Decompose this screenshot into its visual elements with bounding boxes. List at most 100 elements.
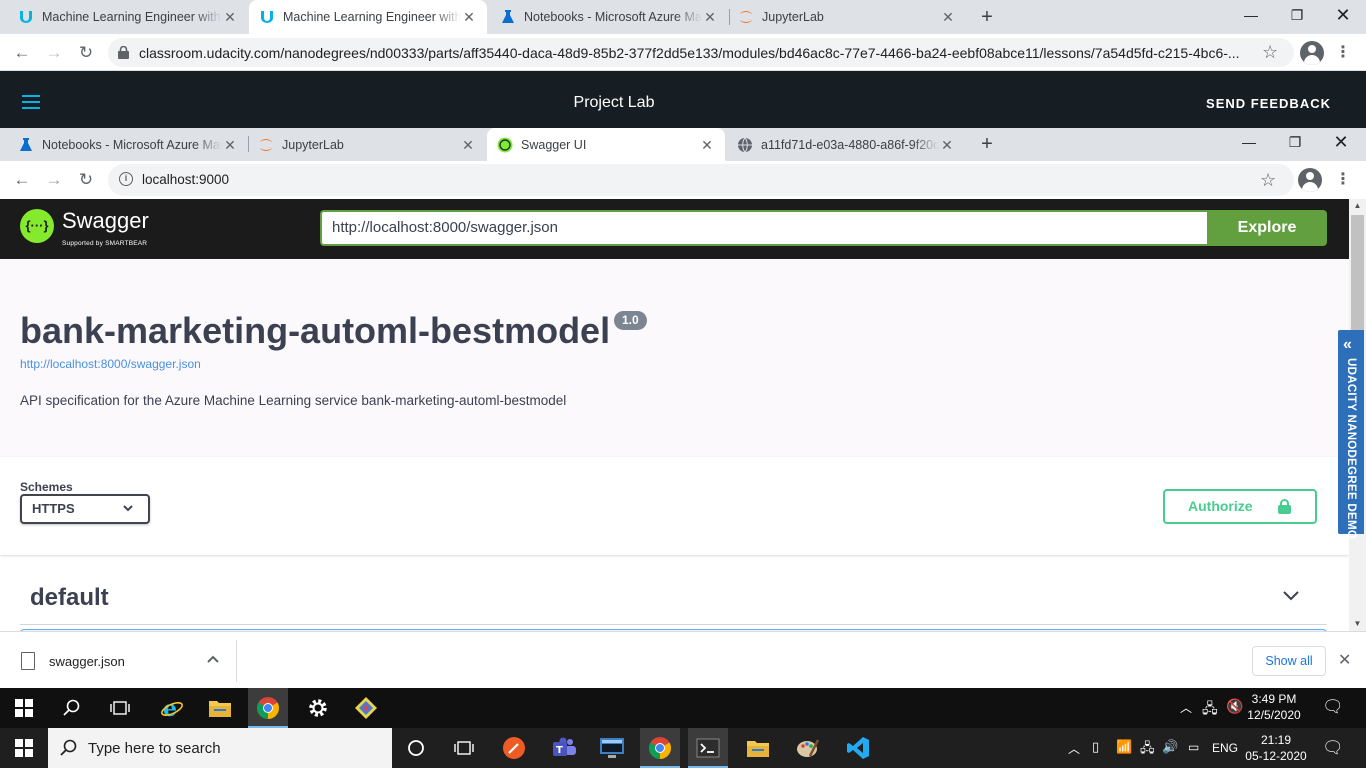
inner-time: 3:49 PM xyxy=(1251,692,1297,706)
new-tab-button[interactable]: + xyxy=(975,132,999,156)
scroll-up-icon[interactable]: ▲ xyxy=(1349,199,1366,213)
windows-start-icon[interactable] xyxy=(4,688,44,728)
inner-taskbar: e ︿ 🖧 🔇 3:49 PM 12/5/2020 🗨 xyxy=(0,688,1366,728)
close-icon[interactable]: ✕ xyxy=(940,9,956,25)
notifications-icon[interactable]: 🗨 xyxy=(1322,738,1344,758)
schemes-select-value: HTTPS xyxy=(32,501,75,516)
bookmark-star-icon[interactable]: ☆ xyxy=(1260,170,1276,191)
info-icon[interactable]: i xyxy=(119,172,133,186)
close-icon[interactable]: ✕ xyxy=(1338,650,1351,670)
restore-icon[interactable]: ❐ xyxy=(1272,128,1318,158)
udacity-demo-tab[interactable]: « UDACITY NANODEGREE DEMO xyxy=(1338,330,1364,539)
azure-ml-icon xyxy=(502,10,514,23)
tag-section-title[interactable]: default xyxy=(30,584,109,612)
inner-url-text: localhost:9000 xyxy=(142,172,230,187)
inner-tab-2[interactable]: JupyterLab ✕ xyxy=(248,128,486,161)
battery-icon[interactable]: ▭ xyxy=(1188,740,1199,754)
outer-tab-1-title: Machine Learning Engineer with Microsoft… xyxy=(42,10,222,24)
paint-icon[interactable] xyxy=(788,728,828,768)
minimize-icon[interactable]: — xyxy=(1226,128,1272,158)
tray-chevron-up-icon[interactable]: ︿ xyxy=(1068,740,1080,757)
close-icon[interactable]: ✕ xyxy=(222,9,238,25)
outer-address-bar[interactable]: classroom.udacity.com/nanodegrees/nd0033… xyxy=(108,38,1294,67)
api-description: API specification for the Azure Machine … xyxy=(20,393,567,408)
explore-button[interactable]: Explore xyxy=(1207,210,1327,246)
chevron-down-icon[interactable] xyxy=(1282,586,1300,604)
outer-tab-2[interactable]: Machine Learning Engineer with Microsoft… xyxy=(249,0,487,34)
network-icon[interactable]: 🖧 xyxy=(1202,698,1218,722)
cortana-icon[interactable] xyxy=(396,728,436,768)
menu-kebab-icon[interactable]: ⋮ xyxy=(1335,170,1351,190)
inner-tab-4[interactable]: a11fd71d-e03a-4880-a86f-9f20df ✕ xyxy=(727,128,965,161)
window-close-icon[interactable]: ✕ xyxy=(1318,128,1364,158)
close-icon[interactable]: ✕ xyxy=(460,137,476,153)
profile-avatar-icon[interactable] xyxy=(1300,41,1324,65)
volume-icon[interactable]: 🔊 xyxy=(1162,739,1178,755)
file-explorer-icon[interactable] xyxy=(200,688,240,728)
outer-tab-4[interactable]: JupyterLab ✕ xyxy=(728,0,966,34)
chevron-up-icon[interactable] xyxy=(205,652,221,668)
wifi-icon[interactable]: 📶 xyxy=(1116,739,1132,755)
spec-link[interactable]: http://localhost:8000/swagger.json xyxy=(20,357,201,371)
settings-gear-icon[interactable] xyxy=(298,688,338,728)
send-feedback-link[interactable]: SEND FEEDBACK xyxy=(1206,96,1331,111)
back-arrow-icon[interactable]: ← xyxy=(8,39,36,67)
show-all-button[interactable]: Show all xyxy=(1252,646,1326,676)
window-close-icon[interactable]: ✕ xyxy=(1320,0,1366,32)
inner-toolbar: ← → ↻ i localhost:9000 ☆ ⋮ xyxy=(0,161,1366,199)
menu-kebab-icon[interactable]: ⋮ xyxy=(1335,43,1351,63)
battery-saver-icon[interactable]: ▯ xyxy=(1092,739,1099,755)
outer-time: 21:19 xyxy=(1260,733,1292,747)
minimize-icon[interactable]: — xyxy=(1228,0,1274,32)
taskbar-search-input[interactable]: Type here to search xyxy=(48,728,392,768)
search-icon[interactable] xyxy=(52,688,92,728)
forward-arrow-icon[interactable]: → xyxy=(40,39,68,67)
outer-tab-1[interactable]: Machine Learning Engineer with Microsoft… xyxy=(8,0,248,34)
close-icon[interactable]: ✕ xyxy=(461,9,477,25)
inner-tab-strip: Notebooks - Microsoft Azure Machine Lear… xyxy=(0,128,1366,161)
download-filename[interactable]: swagger.json xyxy=(49,654,125,669)
reload-icon[interactable]: ↻ xyxy=(72,166,100,194)
spec-url-input[interactable]: http://localhost:8000/swagger.json xyxy=(320,210,1208,246)
inner-clock[interactable]: 3:49 PM 12/5/2020 xyxy=(1244,691,1304,723)
scrollbar-thumb[interactable] xyxy=(1351,215,1364,335)
volume-muted-icon[interactable]: 🔇 xyxy=(1226,698,1243,715)
inner-tab-1[interactable]: Notebooks - Microsoft Azure Machine Lear… xyxy=(8,128,248,161)
file-explorer-icon[interactable] xyxy=(738,728,778,768)
close-icon[interactable]: ✕ xyxy=(699,137,715,153)
chrome-icon[interactable] xyxy=(248,688,288,728)
vscode-icon[interactable] xyxy=(838,728,878,768)
network-icon[interactable]: 🖧 xyxy=(1140,739,1155,761)
windows-start-icon[interactable] xyxy=(4,728,44,768)
teams-icon[interactable]: T xyxy=(544,728,584,768)
profile-avatar-icon[interactable] xyxy=(1298,168,1322,192)
back-arrow-icon[interactable]: ← xyxy=(8,166,36,194)
bookmark-star-icon[interactable]: ☆ xyxy=(1262,42,1278,63)
task-view-icon[interactable] xyxy=(100,688,140,728)
outer-tab-3[interactable]: Notebooks - Microsoft Azure Machine Lear… xyxy=(490,0,728,34)
tray-chevron-up-icon[interactable]: ︿ xyxy=(1180,699,1192,716)
swagger-logo-icon[interactable]: {···} xyxy=(20,209,54,243)
internet-explorer-icon[interactable]: e xyxy=(152,688,192,728)
close-icon[interactable]: ✕ xyxy=(939,137,955,153)
scroll-down-icon[interactable]: ▼ xyxy=(1349,617,1366,631)
close-icon[interactable]: ✕ xyxy=(702,9,718,25)
task-view-icon[interactable] xyxy=(444,728,484,768)
inner-address-bar[interactable] xyxy=(108,164,1294,196)
language-indicator[interactable]: ENG xyxy=(1212,741,1238,755)
outer-clock[interactable]: 21:19 05-12-2020 xyxy=(1244,732,1308,764)
new-tab-button[interactable]: + xyxy=(975,5,999,29)
reload-icon[interactable]: ↻ xyxy=(72,39,100,67)
notifications-icon[interactable]: 🗨 xyxy=(1322,697,1344,717)
schemes-select[interactable]: HTTPS xyxy=(20,494,150,524)
inner-tab-3[interactable]: Swagger UI ✕ xyxy=(487,128,725,161)
authorize-button[interactable]: Authorize xyxy=(1163,489,1317,524)
postman-icon[interactable] xyxy=(494,728,534,768)
chrome-icon[interactable] xyxy=(640,728,680,768)
close-icon[interactable]: ✕ xyxy=(222,137,238,153)
terminal-icon[interactable] xyxy=(688,728,728,768)
git-app-icon[interactable] xyxy=(346,688,386,728)
forward-arrow-icon[interactable]: → xyxy=(40,166,68,194)
restore-icon[interactable]: ❐ xyxy=(1274,0,1320,32)
remote-desktop-icon[interactable] xyxy=(592,728,632,768)
